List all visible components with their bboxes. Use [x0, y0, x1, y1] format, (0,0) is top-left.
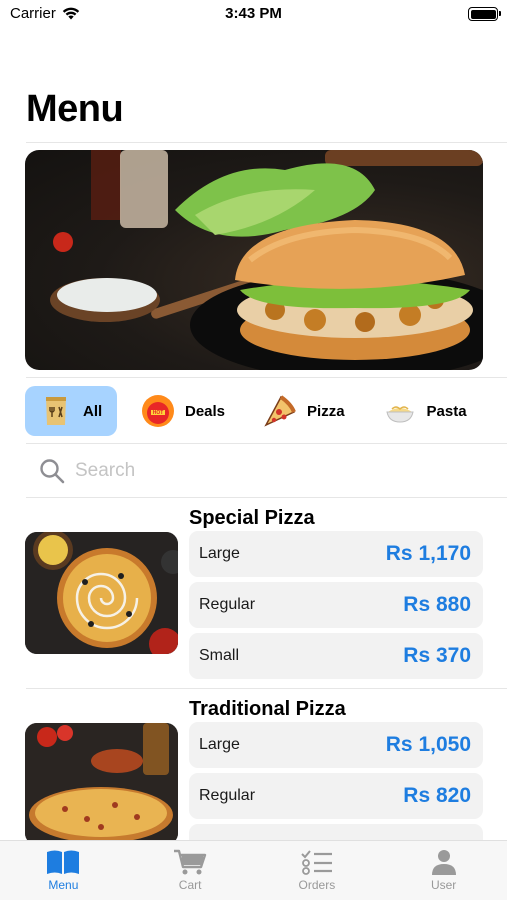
svg-text:HOT: HOT [153, 410, 164, 416]
size-price: Rs 1,170 [385, 542, 471, 565]
divider [26, 377, 507, 378]
category-label: Pasta [426, 402, 467, 420]
size-label: Large [199, 545, 240, 562]
search-icon [40, 459, 65, 484]
category-label: All [83, 402, 103, 420]
tab-menu[interactable]: Menu [0, 841, 127, 900]
pizza-slice-icon [263, 394, 297, 428]
divider [26, 497, 507, 498]
category-chip-pizza[interactable]: Pizza [253, 386, 359, 436]
category-chip-deals[interactable]: HOT Deals [131, 386, 239, 436]
category-chip-all[interactable]: All [25, 386, 117, 436]
category-chip-pasta[interactable]: Pasta [373, 386, 481, 436]
status-time: 3:43 PM [225, 5, 282, 22]
size-label: Regular [199, 596, 256, 613]
product-image [25, 532, 178, 654]
size-option-large[interactable]: Large Rs 1,170 [189, 531, 483, 577]
size-label: Regular [199, 787, 256, 804]
product-name: Special Pizza [189, 507, 315, 529]
tab-bar: Menu Cart Orders User [0, 840, 507, 900]
category-label: Deals [185, 402, 226, 420]
product-name: Traditional Pizza [189, 698, 346, 720]
tab-label: Cart [178, 878, 202, 892]
book-icon [47, 850, 80, 874]
search-input[interactable] [75, 460, 455, 482]
tab-label: User [430, 878, 457, 892]
checklist-icon [301, 850, 332, 875]
status-bar: Carrier 3:43 PM [0, 0, 507, 30]
divider [26, 443, 507, 444]
size-option-regular[interactable]: Regular Rs 880 [189, 582, 483, 628]
size-option-large[interactable]: Large Rs 1,050 [189, 722, 483, 768]
size-price: Rs 370 [403, 644, 471, 667]
size-label: Large [199, 736, 240, 753]
size-option-regular[interactable]: Regular Rs 820 [189, 773, 483, 819]
divider [26, 142, 507, 143]
category-label: Pizza [307, 402, 345, 420]
size-label: Small [199, 647, 240, 664]
size-price: Rs 880 [403, 593, 471, 616]
search-bar [25, 448, 485, 494]
product-image [25, 723, 178, 845]
size-option-small[interactable]: Small Rs 370 [189, 633, 483, 679]
tab-label: Orders [298, 878, 336, 892]
divider [26, 688, 507, 689]
battery-icon [468, 7, 501, 21]
page-title: Menu [26, 88, 124, 130]
menu-card-icon [39, 394, 73, 428]
tab-cart[interactable]: Cart [127, 841, 254, 900]
category-chips: All HOT Deals Pizza Pasta [25, 385, 507, 437]
hot-deals-icon: HOT [141, 394, 175, 428]
tab-label: Menu [48, 878, 79, 892]
tab-user[interactable]: User [380, 841, 507, 900]
size-price: Rs 1,050 [385, 733, 471, 756]
tab-orders[interactable]: Orders [254, 841, 381, 900]
cart-icon [174, 849, 207, 875]
size-price: Rs 820 [403, 784, 471, 807]
pasta-bowl-icon [383, 394, 417, 428]
person-icon [431, 850, 456, 875]
size-list: Large Rs 1,170 Regular Rs 880 Small Rs 3… [189, 531, 483, 684]
hero-banner-image [25, 150, 483, 370]
